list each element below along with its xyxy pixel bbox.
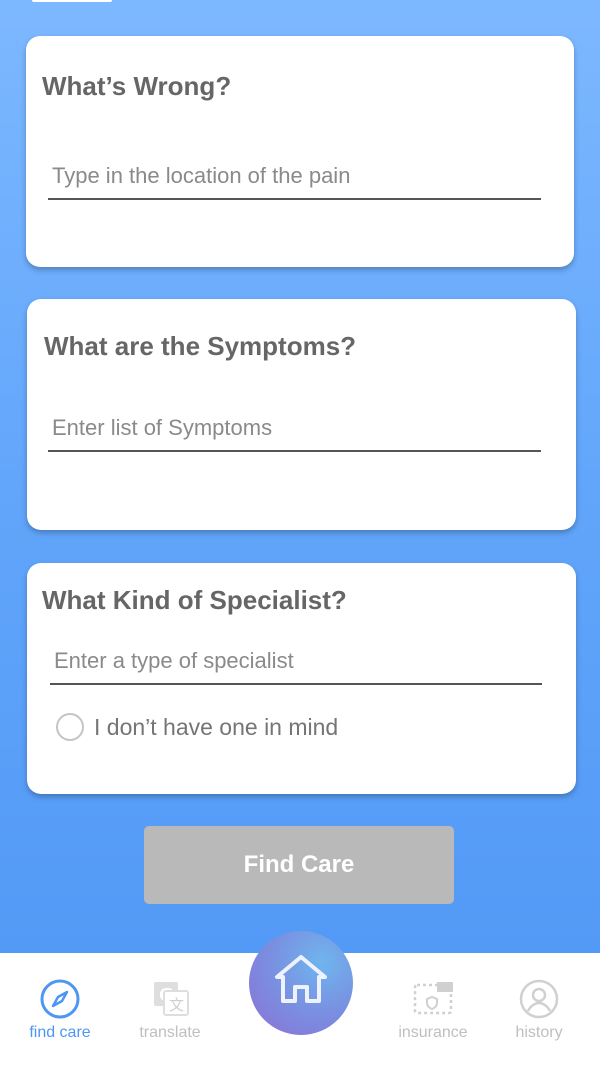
whats-wrong-title: What’s Wrong? xyxy=(42,71,232,101)
nav-history[interactable]: history xyxy=(484,953,594,1067)
nav-translate[interactable]: G 文 translate xyxy=(115,953,225,1067)
symptoms-title: What are the Symptoms? xyxy=(44,331,357,361)
insurance-card-icon xyxy=(413,982,453,1015)
top-tab-indicator xyxy=(32,0,112,2)
no-specialist-label: I don’t have one in mind xyxy=(94,713,339,740)
no-specialist-option[interactable]: I don’t have one in mind xyxy=(56,713,338,741)
translate-icon: G 文 xyxy=(154,982,189,1016)
user-history-icon xyxy=(519,979,559,1019)
symptoms-input[interactable] xyxy=(48,414,541,452)
nav-insurance-label: insurance xyxy=(398,1024,468,1041)
find-care-button[interactable]: Find Care xyxy=(144,826,454,904)
svg-text:文: 文 xyxy=(169,996,184,1014)
specialist-input[interactable] xyxy=(50,647,542,685)
nav-find-care-label: find care xyxy=(29,1024,91,1041)
specialist-title: What Kind of Specialist? xyxy=(42,585,347,615)
home-icon xyxy=(275,955,327,1003)
specialist-card: What Kind of Specialist? I don’t have on… xyxy=(27,563,576,794)
pain-location-input[interactable] xyxy=(48,162,541,200)
home-button[interactable] xyxy=(249,931,353,1035)
nav-insurance[interactable]: insurance xyxy=(378,953,488,1067)
nav-translate-label: translate xyxy=(139,1024,201,1041)
nav-history-label: history xyxy=(515,1024,563,1041)
nav-find-care[interactable]: find care xyxy=(5,953,115,1067)
compass-icon xyxy=(40,979,80,1019)
whats-wrong-card: What’s Wrong? xyxy=(26,36,574,267)
no-specialist-radio[interactable] xyxy=(56,713,84,741)
symptoms-card: What are the Symptoms? xyxy=(27,299,576,530)
